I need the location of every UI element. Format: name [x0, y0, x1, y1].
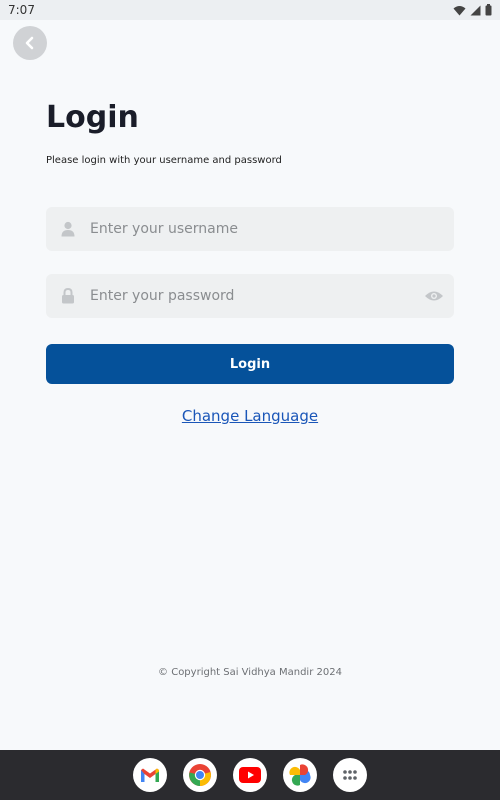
photos-icon[interactable]	[283, 758, 317, 792]
page-title: Login	[46, 100, 139, 135]
username-field[interactable]	[46, 207, 454, 251]
username-input[interactable]	[90, 207, 454, 251]
taskbar-dock	[0, 750, 500, 800]
copyright-text: © Copyright Sai Vidhya Mandir 2024	[158, 667, 342, 678]
user-icon	[46, 207, 90, 251]
password-input[interactable]	[90, 274, 414, 318]
signal-icon	[470, 5, 481, 15]
login-subtitle: Please login with your username and pass…	[46, 155, 282, 166]
wifi-icon	[453, 5, 466, 15]
battery-icon	[485, 4, 492, 16]
status-icons	[453, 4, 492, 16]
password-field[interactable]	[46, 274, 454, 318]
app-drawer-icon[interactable]	[333, 758, 367, 792]
eye-icon[interactable]	[414, 274, 454, 318]
chevron-left-icon	[25, 36, 34, 50]
login-button[interactable]: Login	[46, 344, 454, 384]
status-bar: 7:07	[0, 0, 500, 20]
chrome-icon[interactable]	[183, 758, 217, 792]
lock-icon	[46, 274, 90, 318]
youtube-icon[interactable]	[233, 758, 267, 792]
change-language-link[interactable]: Change Language	[0, 407, 500, 425]
back-button[interactable]	[13, 26, 47, 60]
status-time: 7:07	[8, 3, 35, 17]
gmail-icon[interactable]	[133, 758, 167, 792]
